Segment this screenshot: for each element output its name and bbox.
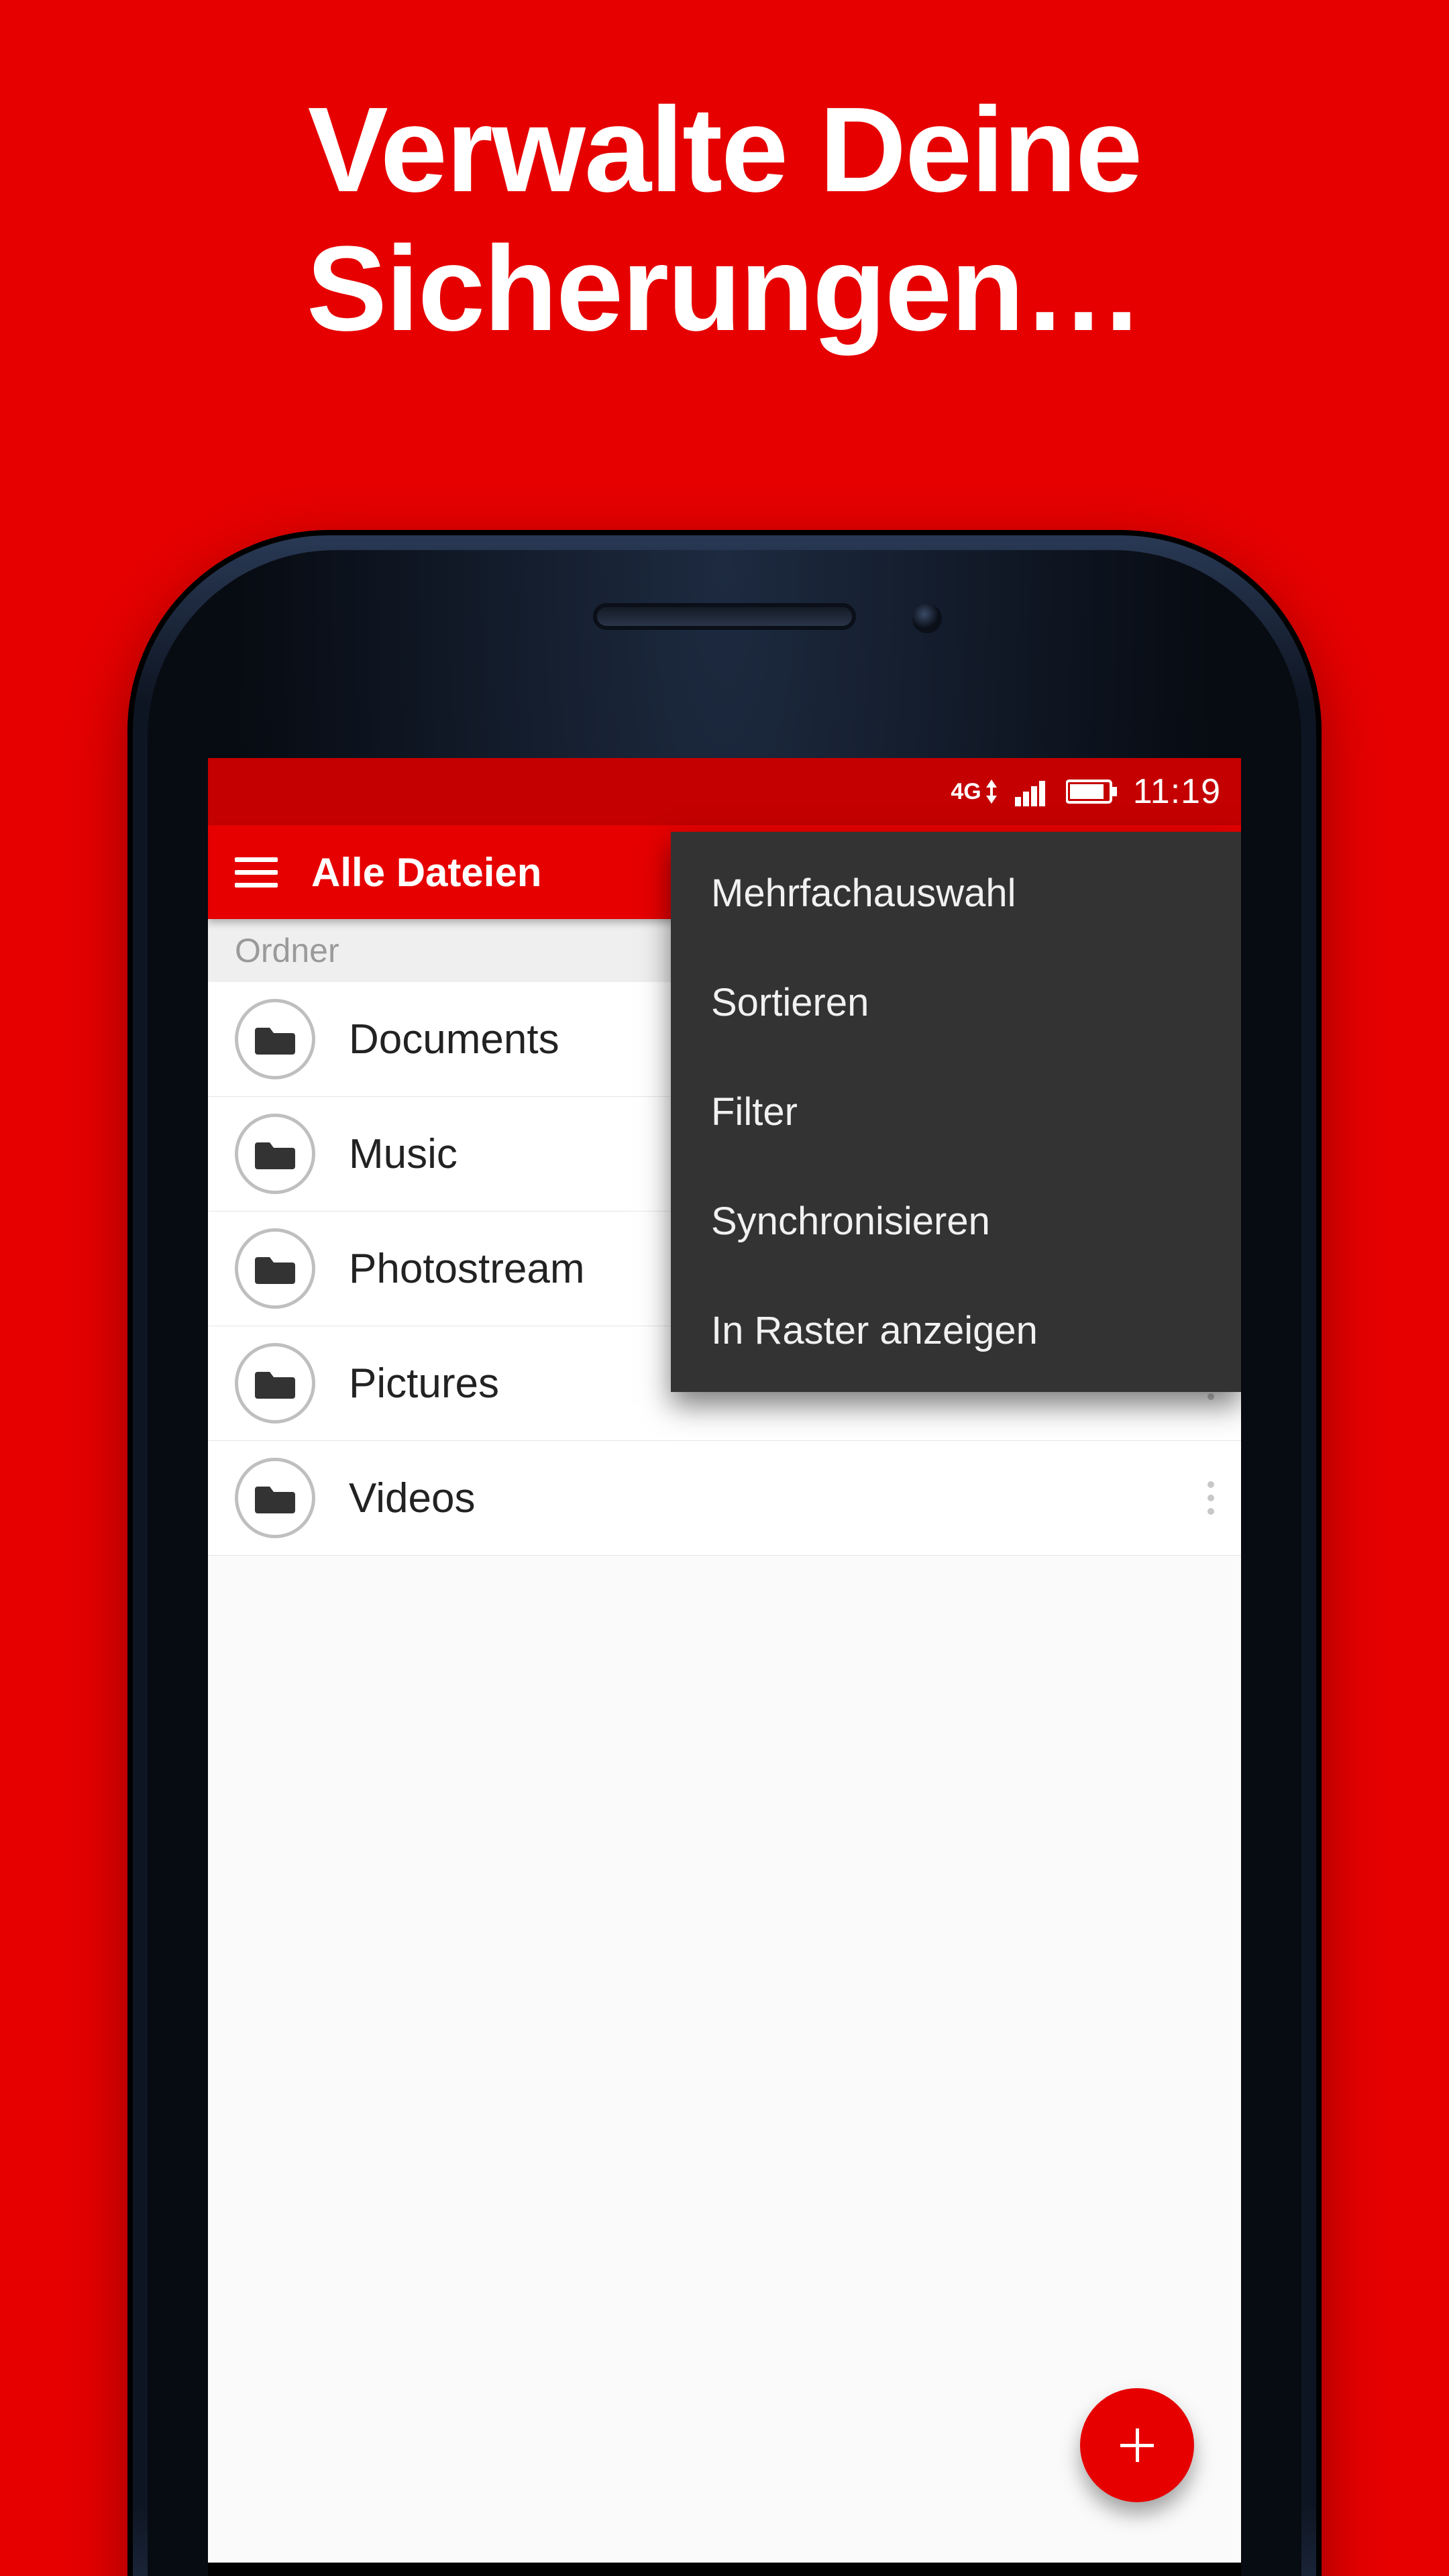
network-4g-icon: 4G (951, 778, 1000, 805)
menu-item-sort[interactable]: Sortieren (671, 948, 1241, 1057)
list-item-label: Documents (349, 1016, 559, 1063)
menu-item-filter[interactable]: Filter (671, 1057, 1241, 1167)
folder-icon (235, 1114, 315, 1194)
app-screen: 4G (208, 758, 1241, 2576)
appbar-title: Alle Dateien (311, 849, 541, 896)
list-item-label: Pictures (349, 1360, 499, 1407)
more-icon[interactable] (1208, 1481, 1214, 1515)
signal-icon (1015, 777, 1051, 806)
folder-icon (235, 1228, 315, 1309)
list-item-label: Photostream (349, 1245, 585, 1293)
menu-item-sync[interactable]: Synchronisieren (671, 1167, 1241, 1276)
folder-icon (235, 999, 315, 1079)
add-fab[interactable] (1080, 2388, 1194, 2502)
folder-icon (235, 1343, 315, 1424)
status-bar: 4G (208, 758, 1241, 825)
menu-item-multiselect[interactable]: Mehrfachauswahl (671, 839, 1241, 948)
list-item[interactable]: Videos (208, 1441, 1241, 1556)
phone-mockup: 4G (127, 530, 1322, 2576)
phone-speaker (597, 607, 852, 626)
list-item-label: Music (349, 1130, 458, 1178)
status-clock: 11:19 (1133, 771, 1221, 812)
menu-icon[interactable] (235, 857, 278, 888)
android-nav-bar (208, 2563, 1241, 2576)
overflow-menu: Mehrfachauswahl Sortieren Filter Synchro… (671, 832, 1241, 1392)
folder-icon (235, 1458, 315, 1538)
list-item-label: Videos (349, 1474, 475, 1522)
menu-item-grid-view[interactable]: In Raster anzeigen (671, 1276, 1241, 1385)
phone-camera-icon (912, 604, 942, 633)
promo-headline: Verwalte Deine Sicherungen… (0, 80, 1449, 358)
battery-icon (1066, 778, 1118, 805)
